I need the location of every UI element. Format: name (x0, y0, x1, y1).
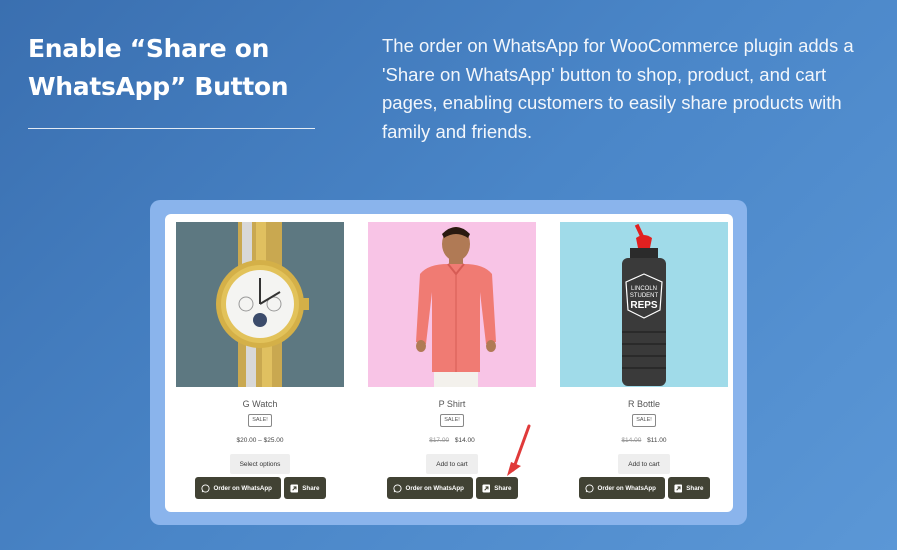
share-label: Share (302, 484, 320, 492)
annotation-arrow-icon (507, 424, 531, 476)
share-icon (289, 484, 298, 492)
product-card-bottle: LINCOLN STUDENT REPS R Bottle SALE! $14.… (560, 222, 728, 499)
sale-badge: SALE! (248, 414, 272, 427)
bottle-print-line-3: REPS (630, 300, 658, 311)
add-to-cart-button[interactable]: Add to cart (618, 454, 670, 474)
share-label: Share (494, 484, 512, 492)
whatsapp-icon (584, 483, 594, 493)
order-on-whatsapp-label: Order on WhatsApp (405, 484, 464, 492)
share-icon (673, 484, 682, 492)
product-card-watch: G Watch SALE! $20.00 – $25.00 Select opt… (176, 222, 344, 499)
bottle-print-line-1: LINCOLN (631, 286, 657, 292)
whatsapp-buttons: Order on WhatsApp Share (560, 477, 728, 499)
bottle-print-line-2: STUDENT (630, 293, 659, 299)
current-price: $11.00 (647, 437, 667, 444)
heading-divider (28, 128, 315, 129)
product-name[interactable]: R Bottle (560, 399, 728, 409)
whatsapp-buttons: Order on WhatsApp Share (176, 477, 344, 499)
original-price: $14.00 (621, 437, 642, 444)
product-name[interactable]: G Watch (176, 399, 344, 409)
shop-preview-frame: G Watch SALE! $20.00 – $25.00 Select opt… (150, 200, 747, 525)
heading-line-1: Enable “Share on (28, 34, 270, 63)
shop-grid: G Watch SALE! $20.00 – $25.00 Select opt… (165, 214, 733, 512)
share-button[interactable]: Share (667, 477, 710, 499)
product-price: $20.00 – $25.00 (176, 437, 344, 444)
product-name[interactable]: P Shirt (368, 399, 536, 409)
order-on-whatsapp-label: Order on WhatsApp (213, 484, 272, 492)
share-icon (481, 484, 490, 492)
order-on-whatsapp-button[interactable]: Order on WhatsApp (578, 477, 665, 499)
bottle-image[interactable]: LINCOLN STUDENT REPS (560, 222, 728, 387)
watch-image[interactable] (176, 222, 344, 387)
product-price: $14.00 $11.00 (560, 437, 728, 444)
original-price: $17.00 (429, 437, 450, 444)
share-button[interactable]: Share (283, 477, 326, 499)
order-on-whatsapp-label: Order on WhatsApp (597, 484, 656, 492)
feature-description: The order on WhatsApp for WooCommerce pl… (382, 35, 854, 142)
order-on-whatsapp-button[interactable]: Order on WhatsApp (194, 477, 281, 499)
shirt-image[interactable] (368, 222, 536, 387)
whatsapp-icon (392, 483, 402, 493)
current-price: $20.00 – $25.00 (236, 437, 284, 444)
whatsapp-icon (200, 483, 210, 493)
add-to-cart-button[interactable]: Add to cart (426, 454, 478, 474)
section-heading: Enable “Share on WhatsApp” Button (28, 30, 328, 106)
sale-badge: SALE! (632, 414, 656, 427)
sale-badge: SALE! (440, 414, 464, 427)
select-options-button[interactable]: Select options (229, 454, 291, 474)
order-on-whatsapp-button[interactable]: Order on WhatsApp (386, 477, 473, 499)
current-price: $14.00 (454, 437, 475, 444)
heading-line-2: WhatsApp” Button (28, 72, 289, 101)
share-label: Share (686, 484, 704, 492)
